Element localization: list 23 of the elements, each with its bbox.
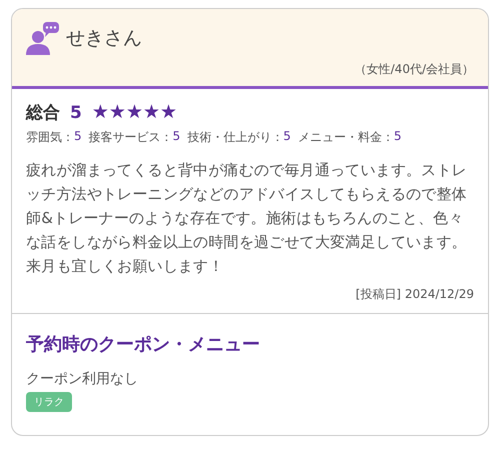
- rating-value: 5: [394, 129, 402, 145]
- user-comment-icon: [26, 21, 60, 55]
- rating-label: メニュー・料金：: [298, 129, 394, 146]
- rating-label: 雰囲気：: [26, 129, 74, 146]
- rating-label: 接客サービス：: [88, 129, 173, 146]
- reviewer-profile: （女性/40代/会社員）: [354, 61, 474, 78]
- star-icon: ★: [108, 103, 126, 122]
- overall-label: 総合: [26, 102, 60, 124]
- review-comment: 疲れが溜まってくると背中が痛むので毎月通っています。ストレッチ方法やトレーニングなどのアドバイスしてもらえるので整体師&トレーナーのような存在です。施術はもちろんのこと、色々な話をしながら料金以上の時間を過ごせて大変満足しています。来月も宜しくお願いします！: [26, 160, 468, 277]
- rating-label: 技術・仕上がり：: [187, 129, 284, 146]
- star-icon: ★: [160, 103, 178, 122]
- rating-value: 5: [74, 129, 82, 145]
- coupon-heading: 予約時のクーポン・メニュー: [26, 333, 260, 356]
- overall-score: 5: [70, 102, 82, 122]
- star-icon: ★: [92, 103, 109, 122]
- reviewer-name: せきさん: [66, 26, 142, 51]
- posted-date: [投稿日] 2024/12/29: [356, 286, 474, 303]
- coupon-text: クーポン利用なし: [26, 370, 138, 388]
- star-icon: ★: [126, 103, 143, 122]
- rating-value: 5: [283, 129, 291, 145]
- star-icon: ★: [142, 103, 160, 122]
- rating-value: 5: [172, 129, 180, 145]
- category-tag: リラク: [26, 392, 72, 412]
